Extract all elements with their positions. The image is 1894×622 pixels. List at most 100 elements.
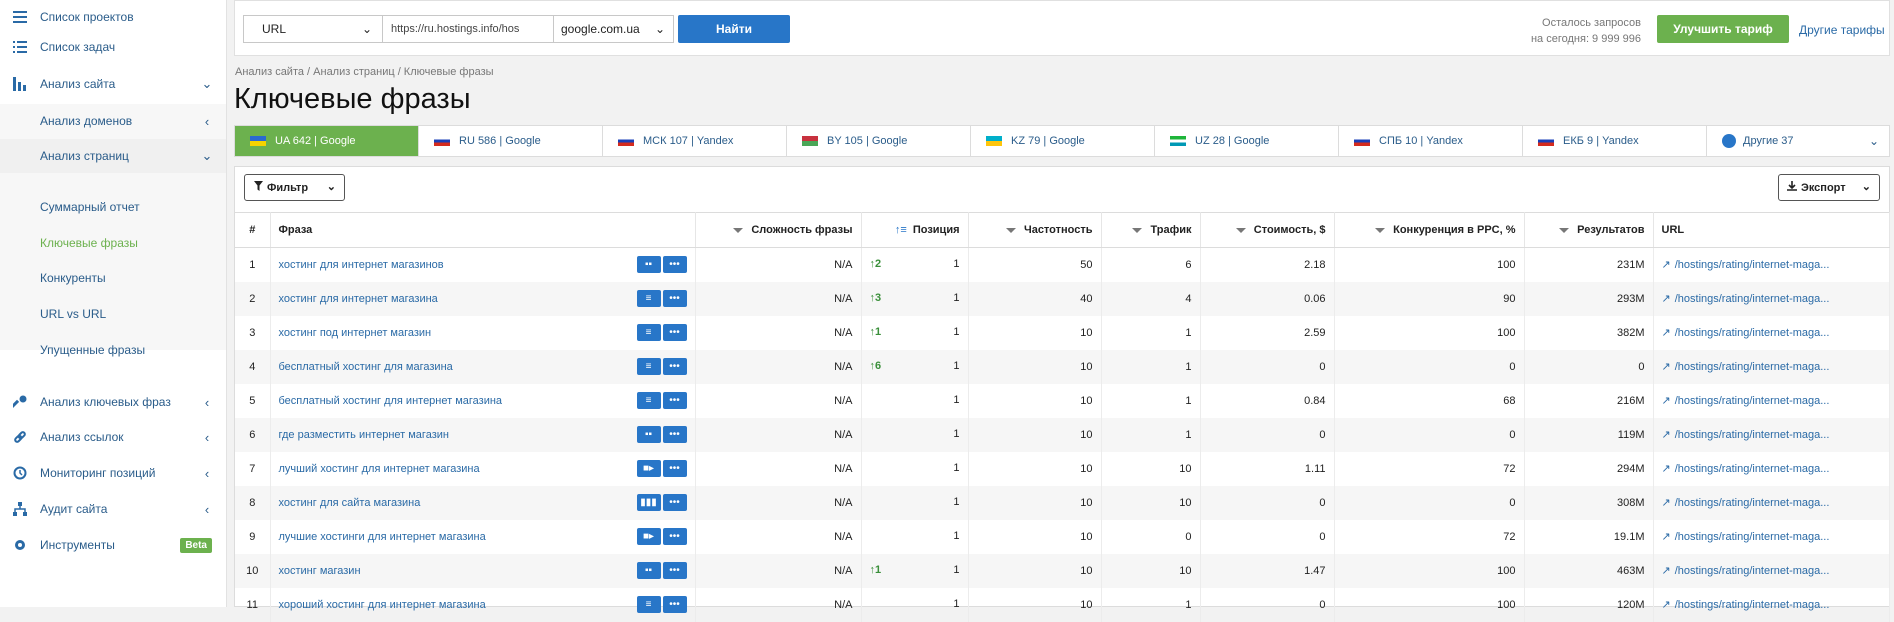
url-cell[interactable]: ↗/hostings/rating/internet-maga... xyxy=(1653,519,1890,554)
url-cell[interactable]: ↗/hostings/rating/internet-maga... xyxy=(1653,281,1890,316)
url-cell[interactable]: ↗/hostings/rating/internet-maga... xyxy=(1653,247,1890,282)
url-cell[interactable]: ↗/hostings/rating/internet-maga... xyxy=(1653,349,1890,384)
phrase-link[interactable]: хостинг для интернет магазина xyxy=(279,293,438,305)
sidebar-item-domain-analysis[interactable]: Анализ доменов ‹ xyxy=(0,104,226,138)
more-icon[interactable]: ••• xyxy=(662,425,687,443)
col-header-ppc[interactable]: Конкуренция в PPC, % xyxy=(1334,212,1525,248)
upgrade-button[interactable]: Улучшить тариф xyxy=(1657,15,1789,43)
phrase-link[interactable]: хостинг для интернет магазинов xyxy=(279,259,444,271)
sidebar-item-label: Анализ ссылок xyxy=(40,430,124,444)
more-icon[interactable]: ••• xyxy=(662,391,687,409)
region-tab[interactable]: KZ 79 | Google xyxy=(971,126,1155,156)
sidebar-item-competitors[interactable]: Конкуренты xyxy=(0,261,226,295)
phrase-link[interactable]: хостинг магазин xyxy=(279,565,361,577)
export-button[interactable]: Экспорт ⌄ xyxy=(1778,174,1880,201)
text-icon[interactable]: ≡ xyxy=(636,391,661,409)
url-cell[interactable]: ↗/hostings/rating/internet-maga... xyxy=(1653,485,1890,520)
col-header-traffic[interactable]: Трафик xyxy=(1101,212,1201,248)
more-icon[interactable]: ••• xyxy=(662,527,687,545)
phrase-link[interactable]: где разместить интернет магазин xyxy=(279,429,449,441)
sidebar-item-page-analysis[interactable]: Анализ страниц ⌄ xyxy=(0,139,226,173)
url-link: /hostings/rating/internet-maga... xyxy=(1674,463,1830,475)
text-icon[interactable]: ≡ xyxy=(636,595,661,613)
find-button[interactable]: Найти xyxy=(678,15,790,43)
difficulty-value: N/A xyxy=(695,349,862,384)
col-header-cost[interactable]: Стоимость, $ xyxy=(1200,212,1335,248)
more-icon[interactable]: ••• xyxy=(662,595,687,613)
sidebar-item-missed-phrases[interactable]: Упущенные фразы xyxy=(0,333,226,367)
url-cell[interactable]: ↗/hostings/rating/internet-maga... xyxy=(1653,451,1890,486)
region-tab[interactable]: ЕКБ 9 | Yandex xyxy=(1523,126,1707,156)
phrase-link[interactable]: бесплатный хостинг для магазина xyxy=(279,361,453,373)
sidebar-item-keyword-analysis[interactable]: Анализ ключевых фраз ‹ xyxy=(0,385,226,419)
sidebar-item-site-analysis[interactable]: Анализ сайта ⌄ xyxy=(0,67,226,101)
phrase-link[interactable]: хостинг для сайта магазина xyxy=(279,497,421,509)
region-tab[interactable]: Другие 37 ⌄ xyxy=(1707,126,1889,156)
search-type-select[interactable]: URL ⌄ xyxy=(243,15,383,43)
col-header-position[interactable]: ↑≡ Позиция xyxy=(861,212,969,248)
more-icon[interactable]: ••• xyxy=(662,561,687,579)
chat-icon[interactable]: ▪▪ xyxy=(636,425,661,443)
col-header-difficulty[interactable]: Сложность фразы xyxy=(695,212,862,248)
col-header-frequency[interactable]: Частотность xyxy=(968,212,1102,248)
sidebar-item-url-vs-url[interactable]: URL vs URL xyxy=(0,297,226,331)
col-header-label: Позиция xyxy=(912,224,960,236)
row-index: 1 xyxy=(235,247,271,282)
url-input[interactable] xyxy=(383,15,554,43)
traffic-value: 1 xyxy=(1101,587,1201,622)
text-icon[interactable]: ≡ xyxy=(636,289,661,307)
url-cell[interactable]: ↗/hostings/rating/internet-maga... xyxy=(1653,553,1890,588)
filter-button[interactable]: Фильтр ⌄ xyxy=(244,174,345,201)
url-cell[interactable]: ↗/hostings/rating/internet-maga... xyxy=(1653,417,1890,452)
region-tab[interactable]: СПБ 10 | Yandex xyxy=(1339,126,1523,156)
sidebar-item-keywords[interactable]: Ключевые фразы xyxy=(0,226,226,260)
sidebar-item-tools[interactable]: Инструменты Beta xyxy=(0,528,226,562)
chat-icon[interactable]: ▪▪ xyxy=(636,561,661,579)
url-cell[interactable]: ↗/hostings/rating/internet-maga... xyxy=(1653,315,1890,350)
more-icon[interactable]: ••• xyxy=(662,289,687,307)
url-cell[interactable]: ↗/hostings/rating/internet-maga... xyxy=(1653,587,1890,622)
globe-icon xyxy=(1722,134,1736,148)
more-icon[interactable]: ••• xyxy=(662,323,687,341)
ppc-value: 0 xyxy=(1334,485,1525,520)
more-icon[interactable]: ••• xyxy=(662,357,687,375)
region-tab[interactable]: RU 586 | Google xyxy=(419,126,603,156)
text-icon[interactable]: ≡ xyxy=(636,323,661,341)
col-header-results[interactable]: Результатов xyxy=(1524,212,1654,248)
sidebar-item-projects[interactable]: Список проектов xyxy=(0,0,226,34)
region-tab[interactable]: BY 105 | Google xyxy=(787,126,971,156)
traffic-value: 10 xyxy=(1101,451,1201,486)
cost-value: 0 xyxy=(1200,485,1335,520)
phrase-link[interactable]: бесплатный хостинг для интернет магазина xyxy=(279,395,503,407)
chat-icon[interactable]: ▪▪ xyxy=(636,256,661,273)
database-select[interactable]: google.com.ua ⌄ xyxy=(554,15,674,43)
video-icon[interactable]: ■▸ xyxy=(636,459,661,477)
phrase-link[interactable]: лучший хостинг для интернет магазина xyxy=(279,463,480,475)
region-tab[interactable]: UZ 28 | Google xyxy=(1155,126,1339,156)
phrase-actions: ▪▪ ••• xyxy=(635,561,687,579)
text-icon[interactable]: ≡ xyxy=(636,357,661,375)
sidebar-item-position-monitoring[interactable]: Мониторинг позиций ‹ xyxy=(0,456,226,490)
phrase-link[interactable]: хостинг под интернет магазин xyxy=(279,327,432,339)
sidebar-item-site-audit[interactable]: Аудит сайта ‹ xyxy=(0,492,226,526)
other-tariffs-link[interactable]: Другие тарифы xyxy=(1799,23,1885,37)
columns-icon[interactable]: ▮▮▮ xyxy=(636,493,661,511)
filter-icon xyxy=(254,181,263,194)
more-icon[interactable]: ••• xyxy=(662,493,687,511)
sidebar-item-summary[interactable]: Суммарный отчет xyxy=(0,190,226,224)
region-tab[interactable]: UA 642 | Google xyxy=(235,126,419,156)
gear-icon xyxy=(11,536,29,554)
table-row: 3 хостинг под интернет магазин ≡ ••• N/A ↑1 1 1… xyxy=(235,315,1890,350)
more-icon[interactable]: ••• xyxy=(662,459,687,477)
more-icon[interactable]: ••• xyxy=(662,256,687,273)
col-header-phrase[interactable]: Фраза xyxy=(270,212,696,248)
region-tab[interactable]: МСК 107 | Yandex xyxy=(603,126,787,156)
quota-line2: на сегодня: 9 999 996 xyxy=(1530,33,1641,45)
sidebar-item-link-analysis[interactable]: Анализ ссылок ‹ xyxy=(0,420,226,454)
difficulty-value: N/A xyxy=(695,315,862,350)
phrase-link[interactable]: лучшие хостинги для интернет магазина xyxy=(279,531,486,543)
video-icon[interactable]: ■▸ xyxy=(636,527,661,545)
phrase-link[interactable]: хороший хостинг для интернет магазина xyxy=(279,599,486,611)
sidebar-item-tasks[interactable]: Список задач xyxy=(0,30,226,64)
url-cell[interactable]: ↗/hostings/rating/internet-maga... xyxy=(1653,383,1890,418)
